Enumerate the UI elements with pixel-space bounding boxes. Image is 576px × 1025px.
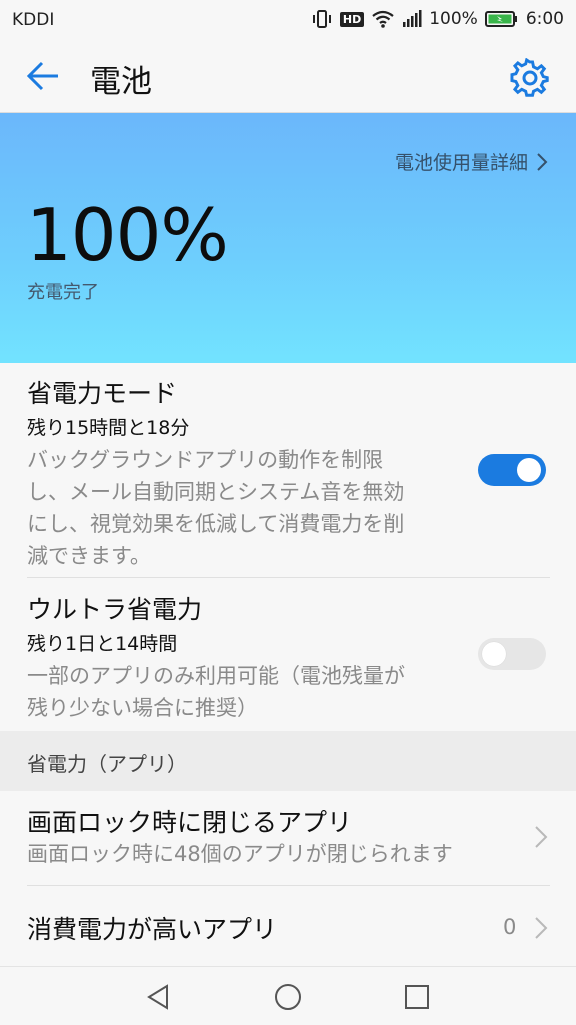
ultra-power-saving-description: 一部のアプリのみ利用可能（電池残量が 残り少ない場合に推奨）: [27, 664, 405, 720]
nav-home-icon[interactable]: [273, 982, 303, 1012]
close-apps-on-lock-row[interactable]: 画面ロック時に閉じるアプリ 画面ロック時に48個のアプリが閉じられます: [0, 795, 576, 883]
chevron-right-icon: [537, 152, 548, 171]
ultra-power-saving-title: ウルトラ省電力: [27, 595, 203, 624]
back-arrow-icon[interactable]: [24, 58, 64, 94]
battery-usage-detail-label: 電池使用量詳細: [394, 152, 528, 174]
settings-gear-icon[interactable]: [510, 58, 550, 98]
status-icons: HD 100% 6:00: [311, 9, 564, 29]
battery-level: 100%: [26, 193, 229, 277]
battery-hero: 電池使用量詳細 100% 充電完了: [0, 113, 576, 363]
ultra-power-saving-row[interactable]: ウルトラ省電力 残り1日と14時間 一部のアプリのみ利用可能（電池残量が 残り少…: [0, 588, 576, 723]
page-title: 電池: [90, 64, 152, 100]
divider: [27, 577, 550, 578]
vibrate-icon: [312, 10, 331, 28]
charge-state: 充電完了: [27, 282, 99, 303]
battery-charging-icon: [484, 11, 517, 27]
signal-icon: [403, 10, 422, 27]
battery-percent-label: 100%: [429, 9, 478, 29]
nav-back-icon[interactable]: [145, 983, 173, 1011]
close-apps-on-lock-title: 画面ロック時に閉じるアプリ: [27, 808, 353, 837]
power-saving-mode-row[interactable]: 省電力モード 残り15時間と18分 バックグラウンドアプリの動作を制限 し、メー…: [0, 372, 576, 572]
battery-usage-detail-link[interactable]: 電池使用量詳細: [395, 148, 548, 175]
power-saving-remaining: 残り15時間と18分: [27, 417, 190, 439]
high-power-apps-count: 0: [503, 915, 517, 939]
hd-badge: HD: [339, 11, 365, 27]
clock-label: 6:00: [525, 9, 564, 29]
system-navigation-bar: [0, 966, 576, 1025]
carrier-label: KDDI: [12, 10, 55, 30]
close-apps-on-lock-subtitle: 画面ロック時に48個のアプリが閉じられます: [27, 842, 453, 866]
chevron-right-icon: [535, 917, 548, 939]
power-saving-toggle[interactable]: [478, 454, 546, 486]
power-saving-title: 省電力モード: [27, 379, 178, 408]
nav-recents-icon[interactable]: [403, 983, 431, 1011]
app-bar: 電池: [0, 40, 576, 113]
status-bar: KDDI HD 100% 6:00: [0, 0, 576, 40]
wifi-icon: [372, 10, 394, 28]
chevron-right-icon: [535, 826, 548, 848]
ultra-power-saving-remaining: 残り1日と14時間: [27, 633, 178, 655]
high-power-apps-title: 消費電力が高いアプリ: [27, 915, 278, 944]
high-power-apps-row[interactable]: 消費電力が高いアプリ 0: [0, 886, 576, 964]
section-header-app-power-saving: 省電力（アプリ）: [0, 731, 576, 791]
ultra-power-saving-toggle[interactable]: [478, 638, 546, 670]
power-saving-description: バックグラウンドアプリの動作を制限 し、メール自動同期とシステム音を無効 にし、…: [27, 448, 405, 568]
